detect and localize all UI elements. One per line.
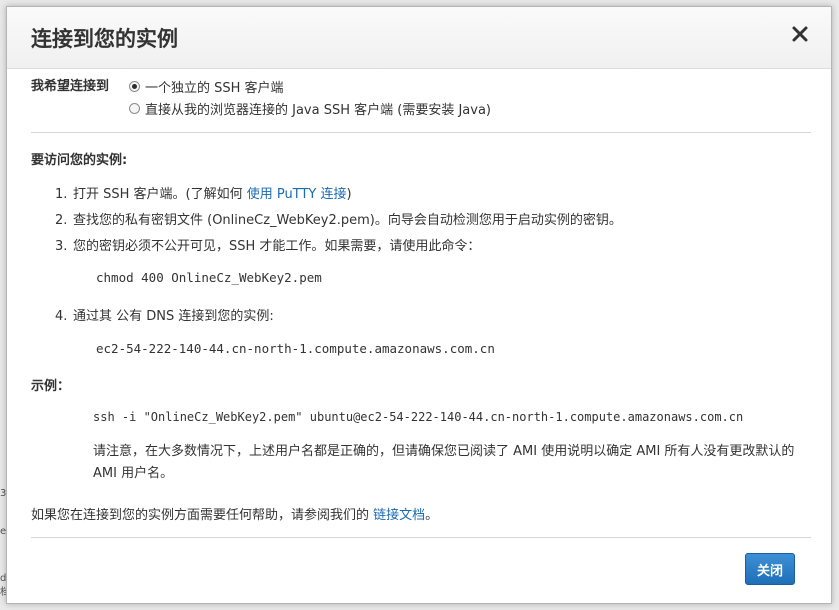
step-4: 4. 通过其 公有 DNS 连接到您的实例: xyxy=(55,305,274,324)
step-number: 4. xyxy=(55,309,68,324)
example-heading: 示例： xyxy=(31,379,71,394)
step-text: 您的密钥必须不公开可见，SSH 才能工作。如果需要，请使用此命令： xyxy=(73,239,481,254)
step-number: 1. xyxy=(55,187,68,202)
radio-button[interactable] xyxy=(129,81,140,92)
ssh-example-command: ssh -i "OnlineCz_WebKey2.pem" ubuntu@ec2… xyxy=(93,410,744,424)
access-heading: 要访问您的实例: xyxy=(31,153,128,168)
step-3: 3. 您的密钥必须不公开可见，SSH 才能工作。如果需要，请使用此命令： xyxy=(55,235,480,254)
connection-method-heading: 我希望连接到 xyxy=(31,79,110,94)
step-number: 3. xyxy=(55,239,68,254)
radio-label: 直接从我的浏览器连接的 Java SSH 客户端 (需要安装 Java) xyxy=(145,103,492,118)
chmod-command: chmod 400 OnlineCz_WebKey2.pem xyxy=(96,270,322,285)
docs-link[interactable]: 链接文档 xyxy=(373,508,425,523)
connect-dialog: 连接到您的实例 我希望连接到 一个独立的 SSH 客户端 直接从我的浏览器连接的… xyxy=(6,6,832,604)
public-dns: ec2-54-222-140-44.cn-north-1.compute.ama… xyxy=(96,341,495,356)
step-text: 打开 SSH 客户端。(了解如何 xyxy=(73,187,247,202)
step-text: ) xyxy=(346,187,352,202)
step-2: 2. 查找您的私有密钥文件 (OnlineCz_WebKey2.pem)。向导会自… xyxy=(55,209,622,228)
step-text: 通过其 公有 DNS 连接到您的实例: xyxy=(73,309,274,324)
step-1: 1. 打开 SSH 客户端。(了解如何 使用 PuTTY 连接) xyxy=(55,183,352,202)
step-number: 2. xyxy=(55,213,68,228)
radio-java-ssh[interactable]: 直接从我的浏览器连接的 Java SSH 客户端 (需要安装 Java) xyxy=(129,99,491,118)
radio-label: 一个独立的 SSH 客户端 xyxy=(145,81,284,96)
close-button[interactable]: 关闭 xyxy=(745,553,795,585)
step-text: 查找您的私有密钥文件 (OnlineCz_WebKey2.pem)。向导会自动检… xyxy=(73,213,622,228)
dialog-header: 连接到您的实例 xyxy=(7,7,831,69)
putty-help-link[interactable]: 使用 PuTTY 连接 xyxy=(247,187,347,202)
radio-standalone-ssh[interactable]: 一个独立的 SSH 客户端 xyxy=(129,77,284,96)
username-note: 请注意，在大多数情况下，上述用户名都是正确的，但请确保您已阅读了 AMI 使用说… xyxy=(93,444,795,481)
help-prefix: 如果您在连接到您的实例方面需要任何帮助，请参阅我们的 xyxy=(31,508,374,523)
divider xyxy=(31,132,811,133)
close-icon[interactable] xyxy=(791,25,809,43)
footer-divider xyxy=(31,537,811,538)
radio-button[interactable] xyxy=(129,103,140,114)
dialog-title: 连接到您的实例 xyxy=(31,27,178,51)
help-text: 如果您在连接到您的实例方面需要任何帮助，请参阅我们的 链接文档。 xyxy=(31,504,438,523)
help-suffix: 。 xyxy=(425,508,439,523)
